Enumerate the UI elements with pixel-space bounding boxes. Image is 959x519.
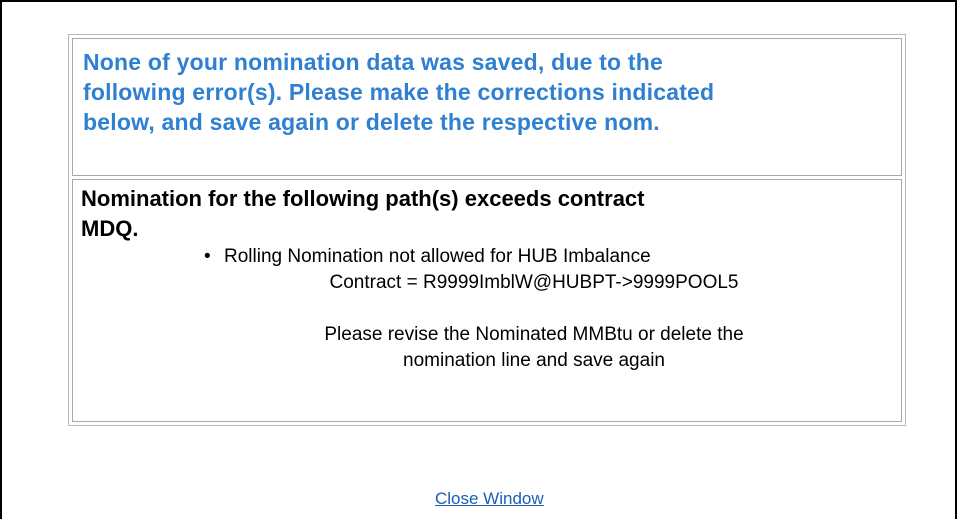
error-title-line-2: MDQ. — [81, 216, 139, 241]
error-item-line-2: Contract = R9999ImblW@HUBPT->9999POOL5 — [329, 272, 739, 293]
error-table: None of your nomination data was saved, … — [68, 34, 906, 426]
instruction-line-1: Please revise the Nominated MMBtu or del… — [324, 324, 744, 345]
error-list: • Rolling Nomination not allowed for HUB… — [81, 244, 893, 374]
error-body: Nomination for the following path(s) exc… — [72, 179, 902, 422]
instruction-line-2: nomination line and save again — [403, 350, 665, 371]
error-title-line-1: Nomination for the following path(s) exc… — [81, 186, 645, 211]
error-list-item: • Rolling Nomination not allowed for HUB… — [204, 244, 854, 374]
error-header-message: None of your nomination data was saved, … — [83, 47, 891, 137]
error-title: Nomination for the following path(s) exc… — [81, 184, 893, 244]
error-item-line-1: Rolling Nomination not allowed for HUB I… — [224, 246, 651, 267]
error-header: None of your nomination data was saved, … — [72, 38, 902, 176]
error-header-line-2: following error(s). Please make the corr… — [83, 79, 715, 105]
close-window-link[interactable]: Close Window — [435, 489, 544, 509]
error-header-line-1: None of your nomination data was saved, … — [83, 49, 663, 75]
bullet-icon: • — [204, 246, 211, 267]
error-header-line-3: below, and save again or delete the resp… — [83, 109, 660, 135]
